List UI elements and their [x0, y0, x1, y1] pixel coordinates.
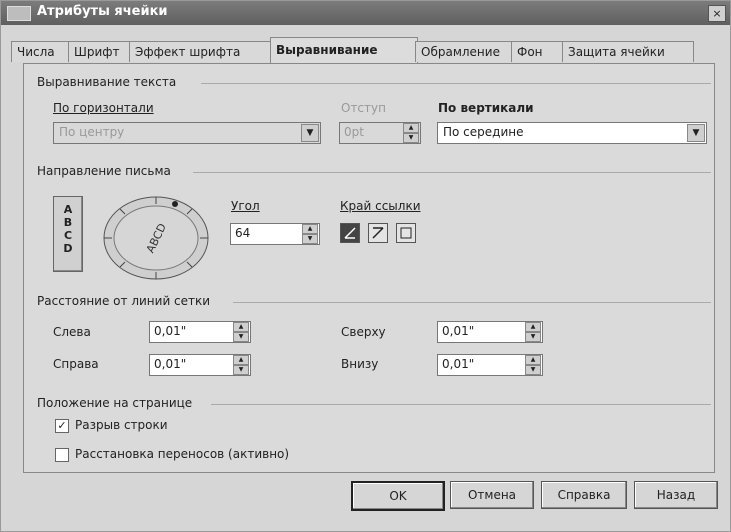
ok-button[interactable]: OK [351, 481, 445, 511]
checkmark-icon: ✓ [57, 419, 67, 432]
vertical-letter: D [63, 242, 73, 255]
divider [211, 404, 711, 405]
top-spacing-value: 0,01" [442, 324, 475, 338]
rotation-dial[interactable]: ABCD [101, 194, 211, 282]
edge-bottom-icon [344, 227, 356, 239]
bottom-spacing-label: Внизу [341, 357, 379, 371]
vertical-letter: C [63, 229, 73, 242]
edge-bottom-button[interactable] [340, 223, 360, 243]
bottom-spacing-value: 0,01" [442, 357, 475, 371]
vertical-letter: B [63, 216, 73, 229]
text-direction-heading: Направление письма [37, 164, 171, 178]
top-spacing-spinbox[interactable]: 0,01" ▲ ▼ [437, 321, 543, 343]
spin-down-icon[interactable]: ▼ [302, 234, 318, 244]
chevron-down-icon[interactable]: ▼ [301, 124, 319, 142]
horizontal-select-value: По центру [59, 125, 125, 139]
text-alignment-heading: Выравнивание текста [37, 75, 177, 89]
right-spacing-label: Справа [53, 357, 99, 371]
bottom-spacing-spinbox[interactable]: 0,01" ▲ ▼ [437, 354, 543, 376]
dialog-window: Атрибуты ячейки × Числа Шрифт Эффект шри… [0, 0, 731, 532]
divider [233, 302, 711, 303]
vertical-select-value: По середине [443, 125, 524, 139]
spin-down-icon[interactable]: ▼ [525, 332, 541, 342]
help-button[interactable]: Справка [541, 481, 627, 509]
tab-font[interactable]: Шрифт [68, 41, 130, 62]
left-spacing-label: Слева [53, 325, 91, 339]
top-spacing-label: Сверху [341, 325, 386, 339]
title-bar[interactable]: Атрибуты ячейки × [1, 1, 730, 25]
back-button[interactable]: Назад [634, 481, 718, 509]
left-spacing-spinbox[interactable]: 0,01" ▲ ▼ [149, 321, 251, 343]
tab-numbers[interactable]: Числа [11, 41, 69, 62]
divider [193, 172, 711, 173]
spin-up-icon[interactable]: ▲ [403, 123, 419, 133]
reference-edge-label: Край ссылки [340, 199, 421, 213]
edge-top-icon [372, 227, 384, 239]
hyphenation-label: Расстановка переносов (активно) [75, 447, 290, 461]
cancel-button[interactable]: Отмена [450, 481, 534, 509]
right-spacing-value: 0,01" [154, 357, 187, 371]
tab-font-effects[interactable]: Эффект шрифта [129, 41, 271, 62]
edge-inside-icon [400, 227, 412, 239]
hyphenation-checkbox[interactable] [55, 448, 69, 462]
angle-label: Угол [231, 199, 260, 213]
tab-background[interactable]: Фон [511, 41, 563, 62]
vertical-select[interactable]: По середине ▼ [437, 122, 707, 144]
spin-down-icon[interactable]: ▼ [525, 365, 541, 375]
edge-top-button[interactable] [368, 223, 388, 243]
spin-down-icon[interactable]: ▼ [233, 332, 249, 342]
spin-up-icon[interactable]: ▲ [302, 224, 318, 234]
divider [201, 83, 711, 84]
right-spacing-spinbox[interactable]: 0,01" ▲ ▼ [149, 354, 251, 376]
left-spacing-value: 0,01" [154, 324, 187, 338]
angle-value: 64 [235, 226, 251, 240]
vertical-label: По вертикали [438, 101, 534, 115]
tab-borders[interactable]: Обрамление [415, 41, 513, 62]
spin-up-icon[interactable]: ▲ [525, 322, 541, 332]
spin-down-icon[interactable]: ▼ [233, 365, 249, 375]
app-icon [7, 6, 31, 21]
page-position-heading: Положение на странице [37, 396, 193, 410]
angle-spinbox[interactable]: 64 ▲ ▼ [230, 223, 320, 245]
horizontal-label: По горизонтали [53, 101, 154, 115]
vertical-letter: A [63, 203, 73, 216]
window-title: Атрибуты ячейки [37, 4, 168, 19]
horizontal-select[interactable]: По центру ▼ [53, 122, 321, 144]
indent-value: 0pt [344, 125, 364, 139]
wrap-label: Разрыв строки [75, 418, 168, 432]
spin-down-icon[interactable]: ▼ [403, 133, 419, 143]
close-icon[interactable]: × [708, 5, 726, 22]
indent-spinbox[interactable]: 0pt ▲ ▼ [339, 122, 421, 144]
chevron-down-icon[interactable]: ▼ [687, 124, 705, 142]
wrap-checkbox[interactable]: ✓ [55, 419, 69, 433]
spacing-heading: Расстояние от линий сетки [37, 294, 211, 308]
tab-alignment[interactable]: Выравнивание [270, 37, 418, 64]
spin-up-icon[interactable]: ▲ [525, 355, 541, 365]
dial-handle[interactable] [172, 201, 178, 207]
spin-up-icon[interactable]: ▲ [233, 355, 249, 365]
edge-inside-button[interactable] [396, 223, 416, 243]
vertical-stacked-toggle[interactable]: A B C D [53, 196, 83, 272]
tab-cell-protection[interactable]: Защита ячейки [562, 41, 694, 62]
spin-up-icon[interactable]: ▲ [233, 322, 249, 332]
indent-label: Отступ [341, 101, 386, 115]
